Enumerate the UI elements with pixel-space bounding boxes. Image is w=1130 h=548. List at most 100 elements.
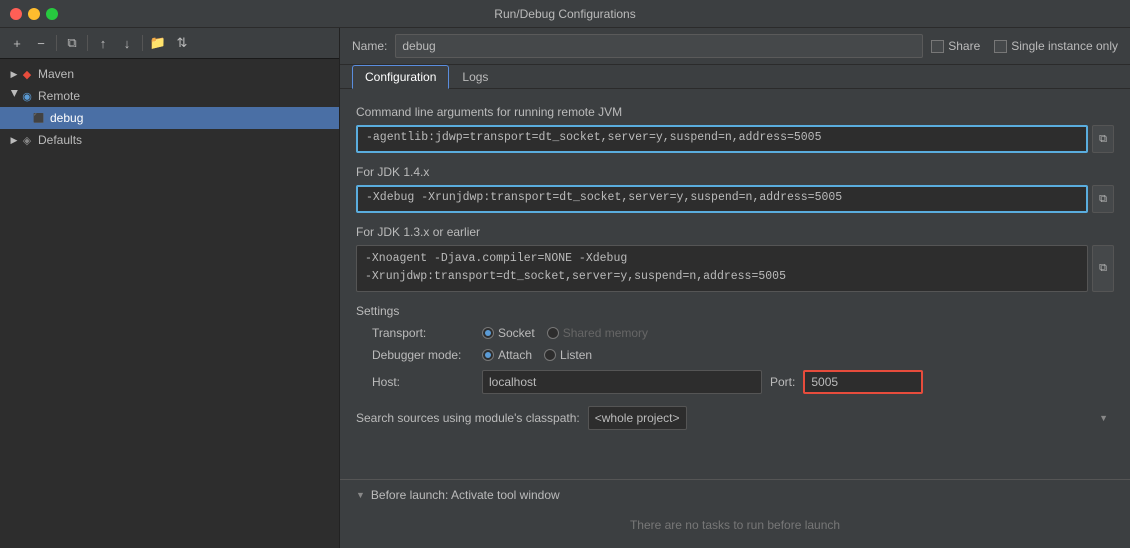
- listen-radio[interactable]: [544, 349, 556, 361]
- port-input[interactable]: [803, 370, 923, 394]
- right-panel: Name: Share Single instance only Configu…: [340, 28, 1130, 548]
- tab-logs[interactable]: Logs: [449, 65, 501, 89]
- expand-arrow-icon: ▶: [8, 134, 20, 146]
- cmd-input-1[interactable]: -agentlib:jdwp=transport=dt_socket,serve…: [356, 125, 1088, 153]
- copy-btn-3[interactable]: ⧉: [1092, 245, 1114, 292]
- sidebar-item-defaults[interactable]: ▶ ◈ Defaults: [0, 129, 339, 151]
- toolbar-separator: [56, 35, 57, 51]
- cmd-row-3: -Xnoagent -Djava.compiler=NONE -Xdebug -…: [356, 245, 1114, 292]
- before-launch-arrow-icon: ▼: [356, 490, 365, 500]
- copy-btn-2[interactable]: ⧉: [1092, 185, 1114, 213]
- port-label: Port:: [770, 375, 795, 389]
- host-label: Host:: [372, 375, 482, 389]
- sidebar-toolbar: + − ⧉ ↑ ↓ 📁 ⇅: [0, 28, 339, 59]
- listen-label: Listen: [560, 348, 592, 362]
- maven-icon: ◆: [20, 67, 34, 81]
- config-content: Command line arguments for running remot…: [340, 89, 1130, 479]
- cmd-row-1: -agentlib:jdwp=transport=dt_socket,serve…: [356, 125, 1114, 153]
- transport-row: Transport: Socket Shared memory: [356, 326, 1114, 340]
- settings-section: Settings Transport: Socket Shared memory: [356, 304, 1114, 394]
- before-launch-label: Before launch: Activate tool window: [371, 488, 560, 502]
- move-down-button[interactable]: ↓: [116, 32, 138, 54]
- single-instance-checkbox[interactable]: [994, 40, 1007, 53]
- host-port-inputs: Port:: [482, 370, 923, 394]
- sidebar-tree: ▶ ◆ Maven ▶ ◉ Remote ⬛ debug ▶ ◈ Default…: [0, 59, 339, 548]
- socket-label: Socket: [498, 326, 535, 340]
- cmd-input-2[interactable]: -Xdebug -Xrunjdwp:transport=dt_socket,se…: [356, 185, 1088, 213]
- copy-config-button[interactable]: ⧉: [61, 32, 83, 54]
- settings-title: Settings: [356, 304, 1114, 318]
- sidebar: + − ⧉ ↑ ↓ 📁 ⇅: [0, 28, 340, 548]
- window-controls: [10, 8, 58, 20]
- remove-button[interactable]: −: [30, 32, 52, 54]
- single-instance-label: Single instance only: [1011, 39, 1118, 53]
- titlebar: Run/Debug Configurations: [0, 0, 1130, 28]
- debug-label: debug: [50, 111, 83, 125]
- name-row: Name: Share Single instance only: [340, 28, 1130, 65]
- defaults-icon: ◈: [20, 133, 34, 147]
- share-area: Share Single instance only: [931, 39, 1118, 53]
- attach-radio[interactable]: [482, 349, 494, 361]
- cmd-section-label: Command line arguments for running remot…: [356, 105, 1114, 119]
- share-checkbox[interactable]: [931, 40, 944, 53]
- tab-configuration[interactable]: Configuration: [352, 65, 449, 89]
- maximize-button[interactable]: [46, 8, 58, 20]
- folder-button[interactable]: 📁: [147, 32, 169, 54]
- add-button[interactable]: +: [6, 32, 28, 54]
- name-field-label: Name:: [352, 39, 387, 53]
- add-icon: +: [13, 36, 21, 51]
- transport-shared-memory-option[interactable]: Shared memory: [547, 326, 648, 340]
- minimize-button[interactable]: [28, 8, 40, 20]
- sidebar-item-debug[interactable]: ⬛ debug: [0, 107, 339, 129]
- transport-radio-group: Socket Shared memory: [482, 326, 648, 340]
- copy-icon-3: ⧉: [1099, 262, 1107, 275]
- transport-socket-option[interactable]: Socket: [482, 326, 535, 340]
- jdk13-label: For JDK 1.3.x or earlier: [356, 225, 1114, 239]
- remote-label: Remote: [38, 89, 80, 103]
- name-input[interactable]: [395, 34, 923, 58]
- toolbar-separator-3: [142, 35, 143, 51]
- folder-icon: 📁: [150, 35, 166, 51]
- search-select-wrapper: <whole project>: [588, 406, 1114, 430]
- shared-memory-radio[interactable]: [547, 327, 559, 339]
- move-up-button[interactable]: ↑: [92, 32, 114, 54]
- transport-label: Transport:: [372, 326, 482, 340]
- sort-button[interactable]: ⇅: [171, 32, 193, 54]
- up-arrow-icon: ↑: [100, 36, 107, 51]
- share-checkbox-wrapper[interactable]: Share: [931, 39, 980, 53]
- expand-arrow-icon: ▶: [8, 68, 20, 80]
- single-instance-checkbox-wrapper[interactable]: Single instance only: [994, 39, 1118, 53]
- window-title: Run/Debug Configurations: [494, 7, 635, 21]
- socket-radio[interactable]: [482, 327, 494, 339]
- defaults-label: Defaults: [38, 133, 82, 147]
- listen-option[interactable]: Listen: [544, 348, 592, 362]
- close-button[interactable]: [10, 8, 22, 20]
- copy-icon-1: ⧉: [1099, 133, 1107, 146]
- debugger-mode-label: Debugger mode:: [372, 348, 482, 362]
- attach-label: Attach: [498, 348, 532, 362]
- search-sources-label: Search sources using module's classpath:: [356, 411, 580, 425]
- maven-label: Maven: [38, 67, 74, 81]
- attach-option[interactable]: Attach: [482, 348, 532, 362]
- sort-icon: ⇅: [177, 35, 188, 51]
- main-layout: + − ⧉ ↑ ↓ 📁 ⇅: [0, 28, 1130, 548]
- copy-config-icon: ⧉: [67, 35, 76, 51]
- jdk14-label: For JDK 1.4.x: [356, 165, 1114, 179]
- search-select[interactable]: <whole project>: [588, 406, 687, 430]
- sidebar-item-maven[interactable]: ▶ ◆ Maven: [0, 63, 339, 85]
- no-tasks-label: There are no tasks to run before launch: [356, 510, 1114, 540]
- cmd-input-3[interactable]: -Xnoagent -Djava.compiler=NONE -Xdebug -…: [356, 245, 1088, 292]
- tabs-bar: Configuration Logs: [340, 65, 1130, 89]
- before-launch-header[interactable]: ▼ Before launch: Activate tool window: [356, 488, 1114, 502]
- before-launch-section: ▼ Before launch: Activate tool window Th…: [340, 479, 1130, 548]
- debugger-mode-row: Debugger mode: Attach Listen: [356, 348, 1114, 362]
- toolbar-separator-2: [87, 35, 88, 51]
- host-input[interactable]: [482, 370, 762, 394]
- copy-icon-2: ⧉: [1099, 193, 1107, 206]
- host-port-row: Host: Port:: [356, 370, 1114, 394]
- expand-arrow-icon: ▶: [8, 90, 20, 102]
- copy-btn-1[interactable]: ⧉: [1092, 125, 1114, 153]
- debugger-radio-group: Attach Listen: [482, 348, 592, 362]
- sidebar-item-remote-group[interactable]: ▶ ◉ Remote: [0, 85, 339, 107]
- remote-icon: ◉: [20, 89, 34, 103]
